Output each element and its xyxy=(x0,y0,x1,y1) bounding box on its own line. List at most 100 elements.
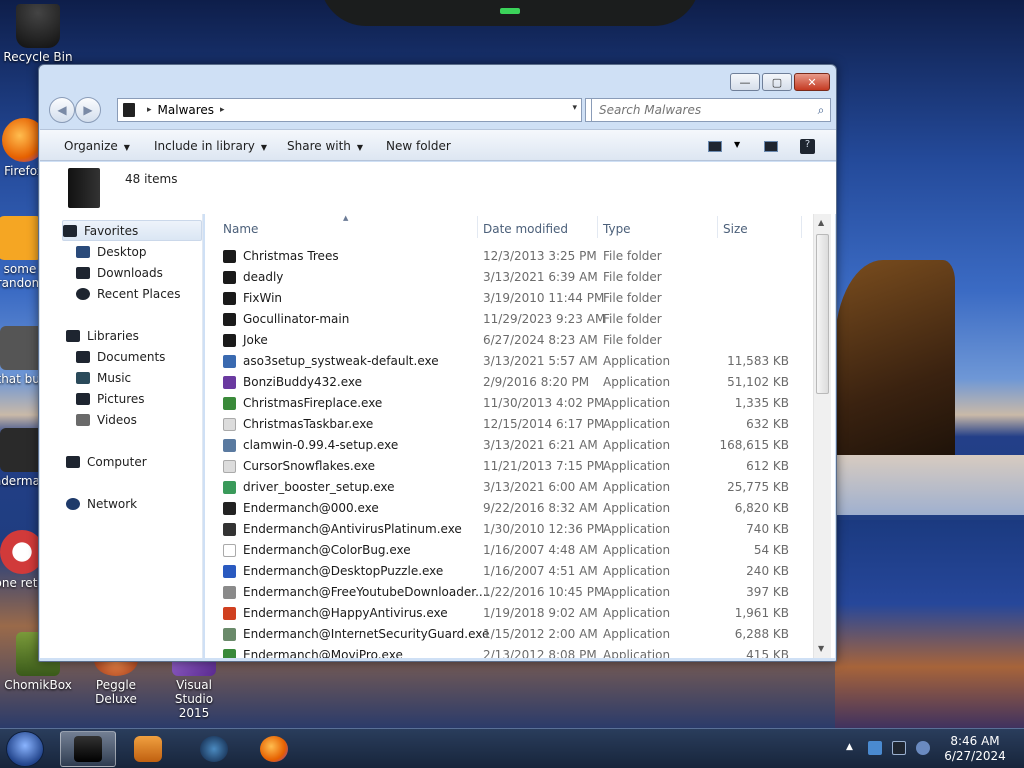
nav-music[interactable]: Music xyxy=(76,367,131,388)
table-row[interactable]: BonziBuddy432.exe 2/9/2016 8:20 PM Applica… xyxy=(205,372,813,393)
file-name: CursorSnowflakes.exe xyxy=(243,459,375,473)
music-icon xyxy=(76,371,90,384)
taskbar-app[interactable] xyxy=(186,731,242,767)
forward-button[interactable]: ▶ xyxy=(75,97,101,123)
search-input[interactable] xyxy=(592,103,812,117)
table-row[interactable]: ChristmasFireplace.exe 11/30/2013 4:02 PM… xyxy=(205,393,813,414)
application-icon xyxy=(223,355,236,368)
breadcrumb-separator[interactable]: ▸ xyxy=(147,105,152,115)
nav-label: Network xyxy=(87,496,138,511)
tray-volume-icon[interactable] xyxy=(916,741,930,755)
column-divider[interactable] xyxy=(477,216,478,238)
window-titlebar[interactable]: — ▢ ✕ xyxy=(39,65,836,95)
nav-pictures[interactable]: Pictures xyxy=(76,388,145,409)
taskbar-firefox[interactable] xyxy=(246,731,302,767)
table-row[interactable]: Endermanch@ColorBug.exe 1/16/2007 4:48 AM… xyxy=(205,540,813,561)
file-name: FixWin xyxy=(243,291,283,305)
table-row[interactable]: Endermanch@FreeYoutubeDownloader.... 1/22… xyxy=(205,582,813,603)
application-icon xyxy=(223,439,236,452)
application-icon xyxy=(223,418,236,431)
nav-network[interactable]: Network xyxy=(66,493,137,514)
nav-recent-places[interactable]: Recent Places xyxy=(76,283,180,304)
table-row[interactable]: Endermanch@AntivirusPlatinum.exe 1/30/201… xyxy=(205,519,813,540)
column-header-name[interactable]: Name xyxy=(223,222,258,236)
clock[interactable]: 8:46 AM 6/27/2024 xyxy=(942,734,1008,764)
back-button[interactable]: ◀ xyxy=(49,97,75,123)
network-icon xyxy=(66,497,80,510)
table-row[interactable]: Endermanch@InternetSecurityGuard.exe 1/15… xyxy=(205,624,813,645)
address-bar[interactable]: ▸ Malwares ▸ ▾ xyxy=(117,98,582,122)
preview-pane-icon[interactable] xyxy=(764,141,778,152)
nav-documents[interactable]: Documents xyxy=(76,346,165,367)
table-row[interactable]: CursorSnowflakes.exe 11/21/2013 7:15 PM Ap… xyxy=(205,456,813,477)
share-with-menu[interactable]: Share with ▼ xyxy=(287,139,363,153)
vertical-scrollbar[interactable]: ▲ ▼ xyxy=(813,214,831,658)
explorer-icon xyxy=(74,736,102,762)
tray-network-icon[interactable] xyxy=(892,741,906,755)
table-row[interactable]: clamwin-0.99.4-setup.exe 3/13/2021 6:21 A… xyxy=(205,435,813,456)
search-box[interactable]: ⌕ xyxy=(591,98,831,122)
file-name: BonziBuddy432.exe xyxy=(243,375,362,389)
application-icon xyxy=(223,397,236,410)
maximize-button[interactable]: ▢ xyxy=(762,73,792,91)
column-header-date[interactable]: Date modified xyxy=(483,222,568,236)
table-row[interactable]: FixWin 3/19/2010 11:44 PM File folder xyxy=(205,288,813,309)
include-in-library-menu[interactable]: Include in library ▼ xyxy=(154,139,267,153)
table-row[interactable]: Endermanch@MoviPro.exe 2/13/2012 8:08 PM A… xyxy=(205,645,813,658)
wallpaper-beach xyxy=(835,455,1024,515)
search-icon[interactable]: ⌕ xyxy=(812,103,830,118)
scroll-up-icon[interactable]: ▲ xyxy=(818,218,824,227)
minimize-button[interactable]: — xyxy=(730,73,760,91)
desktop-icon-recycle-bin[interactable]: Recycle Bin xyxy=(2,4,74,64)
table-row[interactable]: Endermanch@HappyAntivirus.exe 1/19/2018 9… xyxy=(205,603,813,624)
nav-label: Videos xyxy=(97,412,137,427)
nav-favorites[interactable]: Favorites xyxy=(62,220,202,241)
column-divider[interactable] xyxy=(717,216,718,238)
new-folder-button[interactable]: New folder xyxy=(386,139,451,153)
column-header-type[interactable]: Type xyxy=(603,222,631,236)
table-row[interactable]: aso3setup_systweak-default.exe 3/13/2021 … xyxy=(205,351,813,372)
app-icon xyxy=(0,216,42,260)
table-row[interactable]: ChristmasTaskbar.exe 12/15/2014 6:17 PM Ap… xyxy=(205,414,813,435)
arrow-right-icon: ▶ xyxy=(83,103,93,117)
column-divider[interactable] xyxy=(597,216,598,238)
taskbar-explorer[interactable] xyxy=(60,731,116,767)
column-header-size[interactable]: Size xyxy=(723,222,748,236)
table-row[interactable]: Joke 6/27/2024 8:23 AM File folder xyxy=(205,330,813,351)
nav-desktop[interactable]: Desktop xyxy=(76,241,147,262)
breadcrumb-malwares[interactable]: Malwares xyxy=(158,103,215,117)
file-name: Gocullinator-main xyxy=(243,312,350,326)
organize-menu[interactable]: Organize ▼ xyxy=(64,139,130,153)
recycle-bin-icon xyxy=(16,4,60,48)
column-divider[interactable] xyxy=(801,216,802,238)
start-button[interactable] xyxy=(6,731,44,767)
share-with-label: Share with xyxy=(287,139,351,153)
help-icon[interactable]: ? xyxy=(800,139,815,154)
breadcrumb-separator[interactable]: ▸ xyxy=(220,105,225,115)
nav-downloads[interactable]: Downloads xyxy=(76,262,163,283)
wallpaper-sea xyxy=(835,520,1024,728)
nav-computer[interactable]: Computer xyxy=(66,451,147,472)
table-row[interactable]: Endermanch@DesktopPuzzle.exe 1/16/2007 4:… xyxy=(205,561,813,582)
change-view-icon[interactable] xyxy=(708,141,722,152)
address-dropdown-icon[interactable]: ▾ xyxy=(572,103,577,113)
table-row[interactable]: Gocullinator-main 11/29/2023 9:23 AM File … xyxy=(205,309,813,330)
close-button[interactable]: ✕ xyxy=(794,73,830,91)
scroll-down-icon[interactable]: ▼ xyxy=(818,644,824,653)
taskbar-media-player[interactable] xyxy=(120,731,176,767)
media-player-icon xyxy=(134,736,162,762)
nav-libraries[interactable]: Libraries xyxy=(66,325,139,346)
nav-videos[interactable]: Videos xyxy=(76,409,137,430)
column-headers: ▲ Name Date modified Type Size xyxy=(205,214,813,242)
table-row[interactable]: driver_booster_setup.exe 3/13/2021 6:00 A… xyxy=(205,477,813,498)
table-row[interactable]: Christmas Trees 12/3/2013 3:25 PM File fol… xyxy=(205,246,813,267)
table-row[interactable]: Endermanch@000.exe 9/22/2016 8:32 AM Appli… xyxy=(205,498,813,519)
view-options-chevron-icon[interactable]: ▼ xyxy=(734,140,740,149)
show-hidden-icons-icon[interactable]: ▲ xyxy=(846,742,853,752)
scrollbar-thumb[interactable] xyxy=(816,234,829,394)
tray-app-icon[interactable] xyxy=(868,741,882,755)
application-icon xyxy=(223,586,236,599)
table-row[interactable]: deadly 3/13/2021 6:39 AM File folder xyxy=(205,267,813,288)
file-date: 11/29/2023 9:23 AM xyxy=(483,312,606,326)
wallpaper-cliff xyxy=(835,260,955,470)
